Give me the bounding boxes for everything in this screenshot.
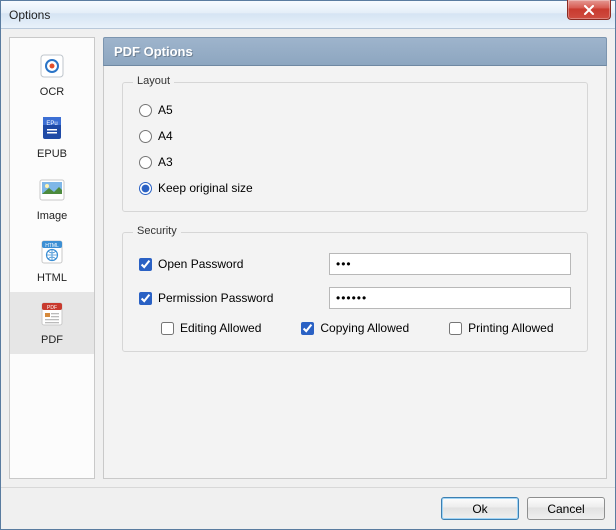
dialog-footer: Ok Cancel [1, 487, 615, 529]
close-icon [583, 5, 595, 15]
printing-allowed-checkbox[interactable] [449, 322, 462, 335]
svg-text:HTML: HTML [45, 243, 59, 249]
layout-group-title: Layout [133, 75, 174, 87]
panel-body: Layout A5 A4 A3 Keep o [103, 66, 607, 479]
layout-keep-original-radio[interactable] [139, 182, 152, 195]
layout-a3-label[interactable]: A3 [158, 155, 173, 169]
sidebar-item-label: EPUB [37, 148, 67, 160]
sidebar-item-label: HTML [37, 272, 67, 284]
security-group-title: Security [133, 225, 181, 237]
copying-allowed-label[interactable]: Copying Allowed [320, 321, 409, 335]
sidebar-item-html[interactable]: HTML HTML [10, 230, 94, 292]
dialog-body: OCR EPu EPUB Image HTML HTML [1, 29, 615, 487]
layout-a5-radio[interactable] [139, 104, 152, 117]
options-panel: PDF Options Layout A5 A4 A3 [103, 37, 607, 479]
epub-icon: EPu [36, 112, 68, 144]
layout-a3-radio[interactable] [139, 156, 152, 169]
panel-title: PDF Options [103, 37, 607, 66]
options-dialog: Options OCR EPu EPUB [0, 0, 616, 530]
sidebar-item-label: Image [37, 210, 68, 222]
open-password-checkbox[interactable] [139, 258, 152, 271]
pdf-icon: PDF [36, 298, 68, 330]
permission-password-checkbox[interactable] [139, 292, 152, 305]
editing-allowed-label[interactable]: Editing Allowed [180, 321, 261, 335]
sidebar-item-label: PDF [41, 334, 63, 346]
layout-a4-radio[interactable] [139, 130, 152, 143]
close-button[interactable] [567, 0, 611, 20]
image-icon [36, 174, 68, 206]
sidebar-item-pdf[interactable]: PDF PDF [10, 292, 94, 354]
svg-text:PDF: PDF [47, 305, 57, 311]
open-password-label[interactable]: Open Password [158, 257, 243, 271]
layout-keep-original-label[interactable]: Keep original size [158, 181, 253, 195]
sidebar-item-image[interactable]: Image [10, 168, 94, 230]
printing-allowed-label[interactable]: Printing Allowed [468, 321, 553, 335]
layout-a5-label[interactable]: A5 [158, 103, 173, 117]
cancel-button[interactable]: Cancel [527, 497, 605, 520]
security-group: Security Open Password Permission Passwo… [122, 232, 588, 352]
open-password-input[interactable] [329, 253, 571, 275]
titlebar: Options [1, 1, 615, 29]
sidebar-item-ocr[interactable]: OCR [10, 44, 94, 106]
sidebar: OCR EPu EPUB Image HTML HTML [9, 37, 95, 479]
ok-button[interactable]: Ok [441, 497, 519, 520]
svg-text:EPu: EPu [46, 121, 57, 127]
html-icon: HTML [36, 236, 68, 268]
permission-password-label[interactable]: Permission Password [158, 291, 273, 305]
editing-allowed-checkbox[interactable] [161, 322, 174, 335]
ocr-icon [36, 50, 68, 82]
permission-password-input[interactable] [329, 287, 571, 309]
window-title: Options [9, 8, 50, 22]
sidebar-item-label: OCR [40, 86, 64, 98]
sidebar-item-epub[interactable]: EPu EPUB [10, 106, 94, 168]
copying-allowed-checkbox[interactable] [301, 322, 314, 335]
layout-a4-label[interactable]: A4 [158, 129, 173, 143]
layout-group: Layout A5 A4 A3 Keep o [122, 82, 588, 212]
